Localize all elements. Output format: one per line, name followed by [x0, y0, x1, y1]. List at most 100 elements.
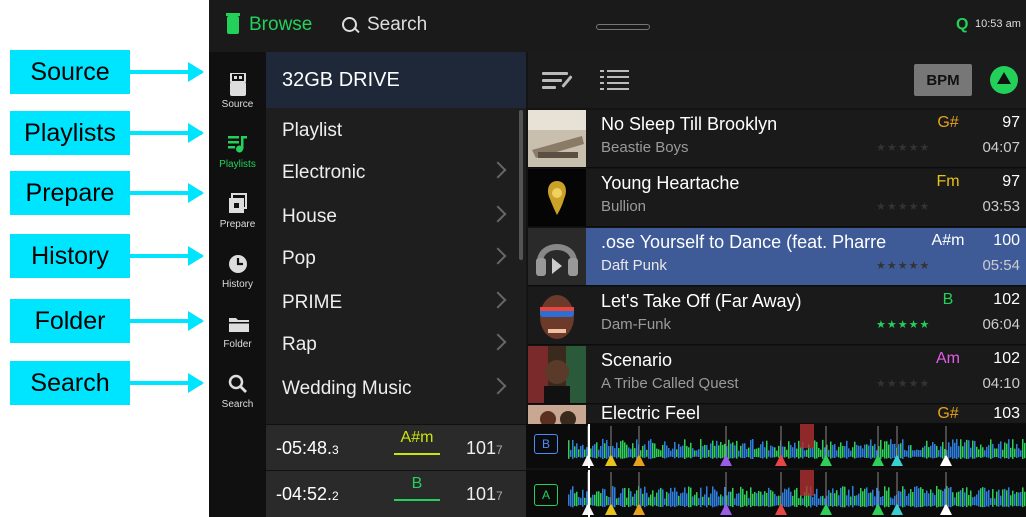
waveform-bar: [720, 441, 722, 459]
waveform-bar: [736, 440, 738, 459]
waveform-bar: [660, 450, 662, 457]
track-title: .ose Yourself to Dance (feat. Pharre: [601, 232, 887, 252]
rail-label-source: Source: [221, 99, 254, 110]
list-item[interactable]: House: [266, 196, 526, 238]
track-row[interactable]: No Sleep Till Brooklyn Beastie Boys G# ★…: [528, 110, 1026, 168]
waveform-bar: [764, 491, 766, 507]
track-row[interactable]: Young Heartache Bullion Fm ★★★★★ 97 03:5…: [528, 169, 1026, 227]
list-item[interactable]: Electronic: [266, 152, 526, 194]
chevron-right-icon: [489, 161, 507, 179]
waveform-bar: [740, 486, 742, 508]
waveform-bar: [818, 448, 820, 458]
waveform-deck-b[interactable]: B: [526, 424, 1026, 468]
deck-bpm-decimal: 7: [496, 443, 503, 457]
cue-line: [638, 472, 640, 505]
track-row[interactable]: Electric Feel G# 103: [528, 403, 1026, 424]
waveform-bar: [856, 495, 858, 506]
waveform-bar: [666, 491, 668, 507]
rail-item-search[interactable]: Search: [209, 354, 266, 410]
drive-header[interactable]: 32GB DRIVE: [266, 52, 526, 108]
list-item[interactable]: Pop: [266, 238, 526, 280]
waveform-bar: [952, 492, 954, 507]
waveform-bar: [622, 440, 624, 459]
deck-bpm: 1017: [466, 484, 503, 505]
waveform-bar: [998, 489, 1000, 507]
list-item-label: PRIME: [282, 292, 343, 313]
waveform-bar: [840, 442, 842, 459]
waveform-bar: [864, 444, 866, 458]
browse-tab[interactable]: Browse: [226, 13, 312, 36]
sort-bpm-button[interactable]: BPM: [914, 64, 972, 96]
album-art: [528, 110, 586, 167]
waveform-bar: [882, 449, 884, 457]
waveform-bar: [988, 445, 990, 458]
track-row[interactable]: Let's Take Off (Far Away) Dam-Funk B ★★★…: [528, 287, 1026, 345]
waveform-bar: [614, 487, 616, 508]
waveform-bar: [746, 448, 748, 458]
list-item[interactable]: PRIME: [266, 282, 526, 324]
waveform-bar: [768, 450, 770, 457]
rail-item-prepare[interactable]: Prepare: [209, 174, 266, 230]
waveform-bar: [576, 491, 578, 507]
waveform-bar: [966, 487, 968, 508]
waveform-bar: [616, 442, 618, 459]
quantize-indicator[interactable]: Q: [956, 16, 968, 34]
waveform-deck-a[interactable]: A: [526, 470, 1026, 517]
waveform-bar: [786, 489, 788, 507]
track-rating[interactable]: ★★★★★: [876, 200, 930, 213]
waveform-bar: [698, 498, 700, 505]
track-rating[interactable]: ★★★★★: [876, 377, 930, 390]
waveform-bar: [850, 450, 852, 457]
sort-direction-up-icon[interactable]: [990, 66, 1018, 94]
waveform-bar: [676, 491, 678, 507]
pull-down-handle[interactable]: [596, 24, 650, 30]
waveform-bar: [1022, 487, 1024, 508]
waveform-bar: [784, 446, 786, 458]
waveform-bar: [986, 491, 988, 507]
list-scrollbar[interactable]: [519, 110, 523, 260]
deck-time: -04:52.2: [276, 484, 339, 505]
list-view-icon[interactable]: [600, 68, 630, 94]
waveform-bar: [844, 486, 846, 508]
list-item[interactable]: Rap: [266, 324, 526, 366]
waveform-bar: [980, 488, 982, 507]
list-item[interactable]: Wedding Music: [266, 368, 526, 410]
waveform-bar: [624, 442, 626, 459]
waveform-bar: [1010, 495, 1012, 506]
track-row-selected[interactable]: .ose Yourself to Dance (feat. Pharre Daf…: [528, 228, 1026, 286]
waveform-bar: [590, 497, 592, 506]
track-rating[interactable]: ★★★★★: [876, 141, 930, 154]
rail-item-history[interactable]: History: [209, 234, 266, 290]
waveform-bar: [820, 496, 822, 506]
waveform-bar: [714, 489, 716, 507]
waveform-bar: [788, 487, 790, 508]
track-length: 04:10: [982, 375, 1020, 392]
stage: Source Playlists Prepare History Folder …: [0, 0, 1026, 517]
waveform-bar: [756, 448, 758, 458]
track-row[interactable]: Scenario A Tribe Called Quest Am ★★★★★ 1…: [528, 346, 1026, 404]
waveform-bar: [944, 488, 946, 507]
waveform-bar: [738, 450, 740, 457]
arrow-folder: [130, 311, 204, 331]
rail-item-playlists[interactable]: Playlists: [209, 114, 266, 170]
waveform-bar: [894, 495, 896, 506]
usb-drive-icon: [228, 72, 248, 96]
list-item[interactable]: Playlist: [266, 110, 526, 152]
waveform-bar: [594, 444, 596, 458]
track-rating[interactable]: ★★★★★: [876, 318, 930, 331]
waveform-bar: [882, 496, 884, 506]
track-rating[interactable]: ★★★★★: [876, 259, 930, 272]
waveform-bar: [620, 493, 622, 506]
album-art: [528, 287, 586, 344]
waveform-bar: [698, 449, 700, 457]
cue-line: [945, 426, 947, 456]
waveform-bar: [634, 493, 636, 506]
rail-item-folder[interactable]: Folder: [209, 294, 266, 350]
cue-line: [877, 472, 879, 505]
rail-item-source[interactable]: Source: [209, 54, 266, 110]
waveform-bar: [734, 445, 736, 458]
edit-list-icon[interactable]: [542, 70, 573, 92]
waveform-bar: [950, 486, 952, 508]
waveform-bar: [710, 493, 712, 506]
search-tab[interactable]: Search: [341, 14, 427, 36]
